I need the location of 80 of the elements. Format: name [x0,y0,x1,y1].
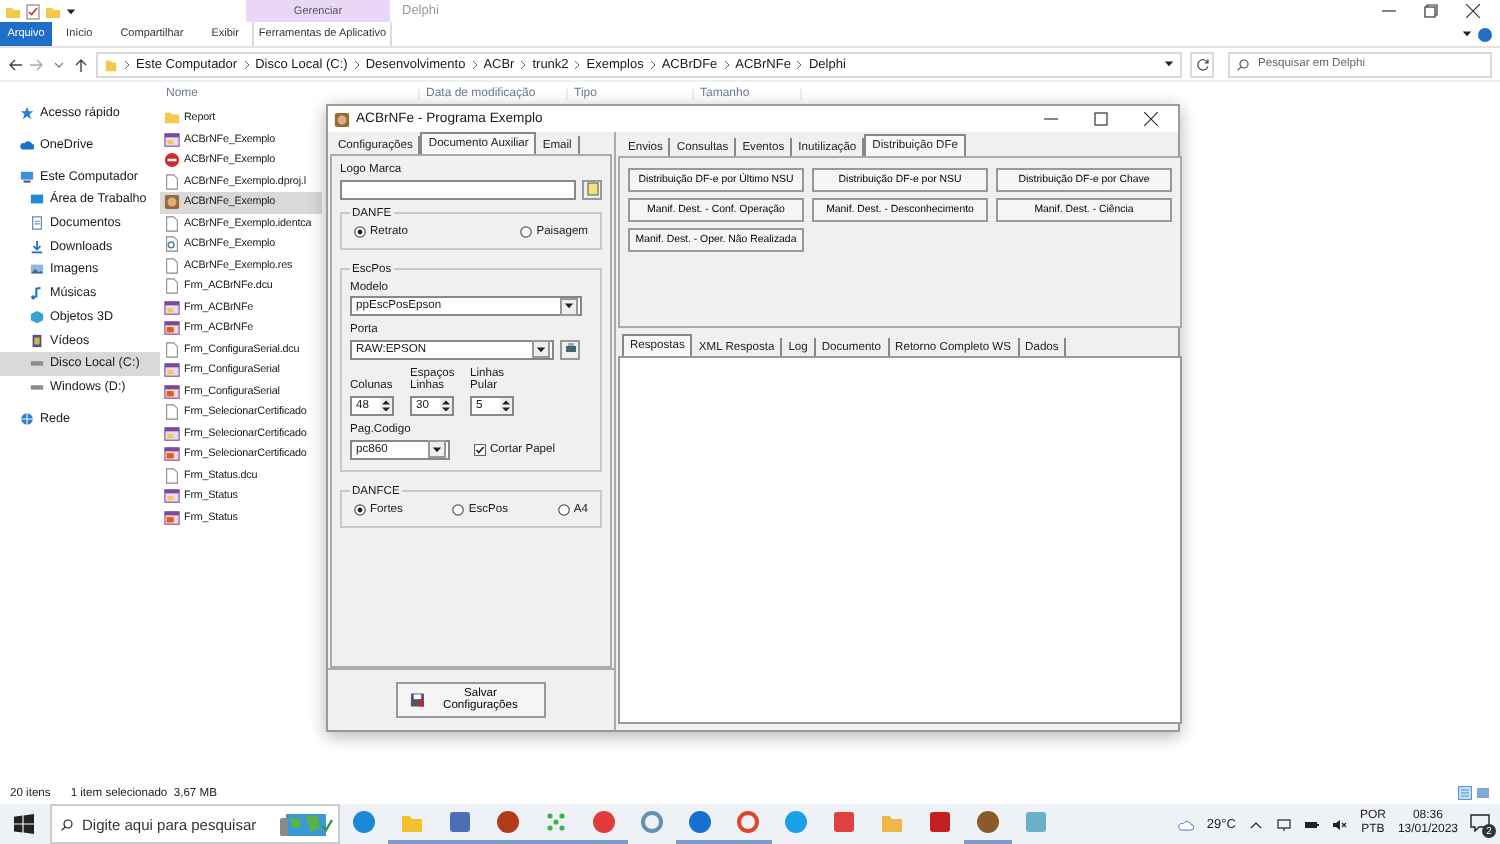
gear-page-icon [164,236,180,253]
caret-icon [432,445,442,454]
speaker-muted-icon[interactable] [1331,817,1348,831]
caret-icon [1462,30,1472,38]
refresh-button[interactable] [1190,51,1214,77]
page-icon [164,467,180,484]
search-icon [1236,57,1250,71]
close-icon[interactable] [1466,4,1480,18]
page-icon [164,215,180,232]
circle-icon [164,152,180,169]
image-icon [30,262,44,277]
chevron-right-icon [796,59,803,69]
details-view-icon[interactable] [1458,786,1472,800]
caret-icon [66,7,76,15]
music-note-icon [30,286,44,301]
maximize-icon[interactable] [1094,112,1108,126]
app-icon [334,111,350,127]
printer-icon [563,342,577,356]
app-icon [164,194,180,211]
star-icon [20,106,34,121]
minimize-icon[interactable] [1044,112,1058,126]
folder-icon [164,110,180,127]
caret-icon [564,302,574,310]
minimize-icon[interactable] [1382,4,1396,18]
drive-icon [30,356,44,371]
chevron-right-icon [723,59,730,69]
computer-icon [20,169,34,184]
download-icon [30,239,44,254]
form-icon [164,299,180,316]
drive-icon [30,379,44,394]
thumbnail-view-icon[interactable] [1476,786,1490,800]
chevron-right-icon [353,59,360,69]
form-icon [164,362,180,379]
desktop-icon [30,192,44,207]
form-icon [164,488,180,505]
refresh-icon [1195,57,1209,71]
map-icon [278,810,334,838]
port-search-button[interactable] [560,339,580,359]
form-icon [164,383,180,400]
cube-icon [30,309,44,324]
film-icon [30,333,44,348]
network-icon [20,411,34,426]
page-icon [164,404,180,421]
spin-arrows-icon [380,398,392,415]
help-icon[interactable] [1478,27,1492,41]
back-arrow-icon[interactable] [8,57,22,71]
form-icon [164,509,180,526]
chevron-right-icon [471,59,478,69]
close-icon[interactable] [1144,112,1158,126]
caret-icon [536,345,546,353]
page-icon [164,173,180,190]
search-icon [60,817,74,831]
network-icon[interactable] [1275,817,1292,831]
spin-arrows-icon [500,398,512,415]
windows-start-icon[interactable] [14,814,34,834]
form-icon [164,320,180,337]
page-icon [164,341,180,358]
restore-icon[interactable] [1424,4,1438,18]
chevron-right-icon [520,59,527,69]
chevron-right-icon [649,59,656,69]
form-icon [164,131,180,148]
chevron-right-icon [124,59,130,69]
document-icon [30,216,44,231]
folder-icon [104,57,118,71]
chevron-up-icon[interactable] [1247,817,1264,831]
chevron-down-icon[interactable] [52,57,66,71]
chevron-right-icon [243,59,250,69]
form-icon [164,446,180,463]
checklist-icon[interactable] [26,3,40,19]
logo-path-field[interactable] [340,179,576,199]
caret-icon [1164,60,1174,68]
cloud-icon [1178,817,1195,831]
forward-arrow-icon[interactable] [30,57,44,71]
browse-button[interactable] [582,179,602,199]
up-arrow-icon[interactable] [74,57,88,71]
cloud-icon [20,138,34,153]
form-icon [164,425,180,442]
spin-arrows-icon [440,398,452,415]
document-icon [585,182,599,196]
chevron-right-icon [574,59,581,69]
